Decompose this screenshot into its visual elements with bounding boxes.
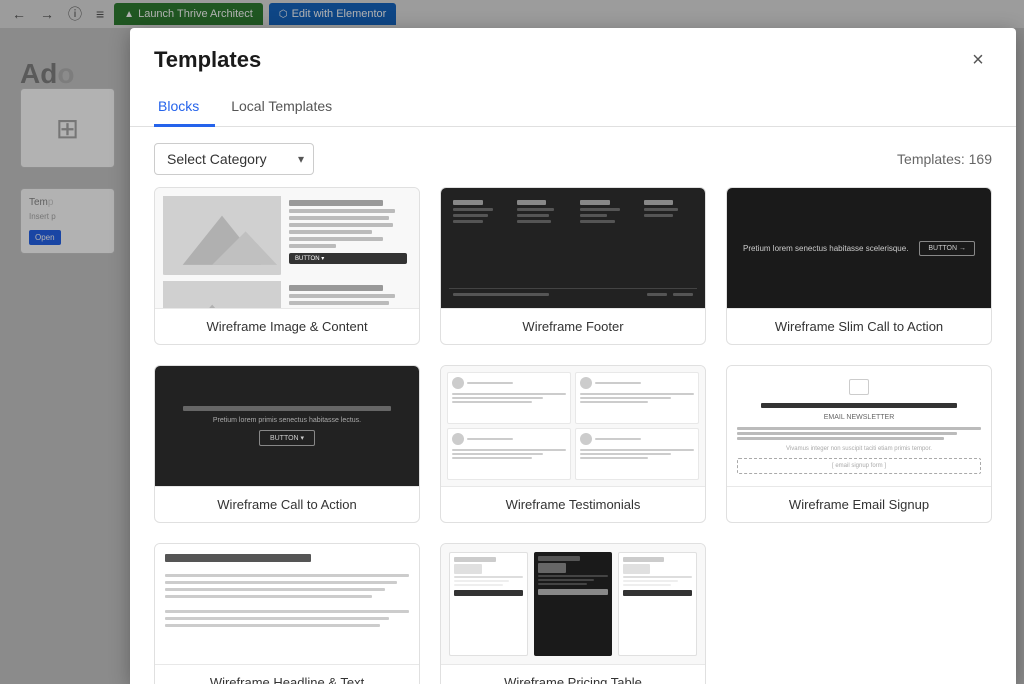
card-label-email: Wireframe Email Signup [727, 486, 991, 522]
card-label-footer: Wireframe Footer [441, 308, 705, 344]
cta-slim-preview-text: Pretium lorem senectus habitasse sceleri… [743, 244, 919, 253]
template-card-wireframe-pricing[interactable]: Wireframe Pricing Table [440, 543, 706, 684]
template-card-wireframe-cta[interactable]: Pretium lorem primis senectus habitasse … [154, 365, 420, 523]
card-label-cta: Wireframe Call to Action [155, 486, 419, 522]
template-card-wireframe-slim-cta[interactable]: Pretium lorem senectus habitasse sceleri… [726, 187, 992, 345]
templates-grid[interactable]: BUTTON ▾ [130, 187, 1016, 684]
card-preview-cta: Pretium lorem primis senectus habitasse … [155, 366, 419, 486]
card-label-headline: Wireframe Headline & Text [155, 664, 419, 684]
category-select[interactable]: Select Category Headers Footers Call to … [154, 143, 314, 175]
template-card-wireframe-image-content[interactable]: BUTTON ▾ [154, 187, 420, 345]
tabs-bar: Blocks Local Templates [130, 88, 1016, 127]
modal-title: Templates [154, 47, 261, 73]
card-label-img-content: Wireframe Image & Content [155, 308, 419, 344]
card-preview-headline [155, 544, 419, 664]
category-select-wrapper: Select Category Headers Footers Call to … [154, 143, 314, 175]
email-title-line [761, 403, 956, 408]
card-preview-footer [441, 188, 705, 308]
grid-container: BUTTON ▾ [154, 187, 992, 684]
card-label-pricing: Wireframe Pricing Table [441, 664, 705, 684]
card-preview-img-content: BUTTON ▾ [155, 188, 419, 308]
card-preview-testimonials [441, 366, 705, 486]
template-card-wireframe-headline[interactable]: Wireframe Headline & Text [154, 543, 420, 684]
card-preview-email: EMAIL NEWSLETTER Vivamus integer non sus… [727, 366, 991, 486]
card-label-testimonials: Wireframe Testimonials [441, 486, 705, 522]
card-preview-cta-slim: Pretium lorem senectus habitasse sceleri… [727, 188, 991, 308]
templates-count: Templates: 169 [897, 151, 992, 167]
toolbar-row: Select Category Headers Footers Call to … [130, 127, 1016, 187]
template-card-wireframe-footer[interactable]: Wireframe Footer [440, 187, 706, 345]
cta-slim-preview-btn: BUTTON → [919, 241, 975, 256]
tab-blocks[interactable]: Blocks [154, 88, 215, 127]
modal-header: Templates × [130, 28, 1016, 84]
tab-local-templates[interactable]: Local Templates [227, 88, 348, 127]
template-card-wireframe-email[interactable]: EMAIL NEWSLETTER Vivamus integer non sus… [726, 365, 992, 523]
card-label-slim-cta: Wireframe Slim Call to Action [727, 308, 991, 344]
close-button[interactable]: × [964, 46, 992, 74]
email-preview-icon [849, 379, 869, 395]
template-card-wireframe-testimonials[interactable]: Wireframe Testimonials [440, 365, 706, 523]
card-preview-pricing [441, 544, 705, 664]
templates-modal: Templates × Blocks Local Templates Selec… [130, 28, 1016, 684]
